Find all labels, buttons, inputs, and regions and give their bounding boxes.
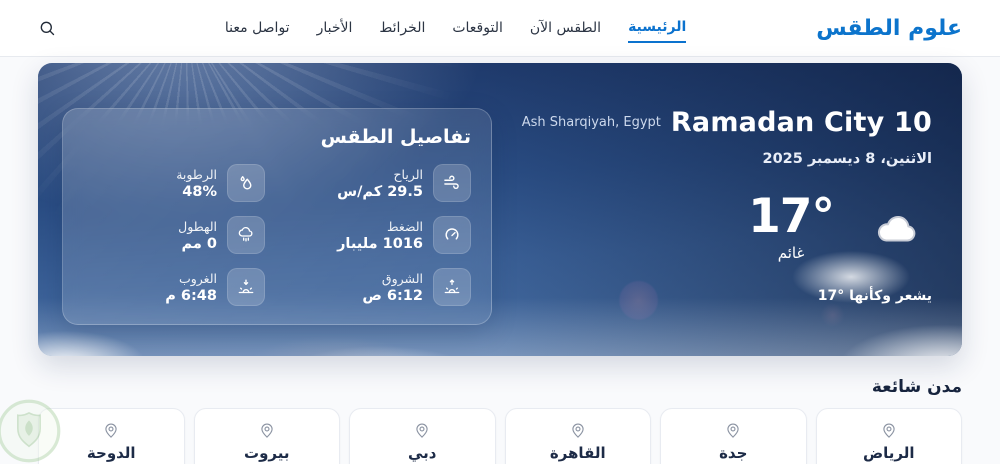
nav-item-maps[interactable]: الخرائط	[379, 14, 425, 42]
current-weather-summary: Ramadan City 10 Ash Sharqiyah, Egypt الا…	[522, 107, 932, 304]
popular-cities-title: مدن شائعة	[871, 377, 962, 397]
detail-value: 6:12 ص	[362, 287, 423, 304]
city-title: Ramadan City 10	[670, 107, 932, 138]
nav-item-weather-now[interactable]: الطقس الآن	[530, 14, 601, 42]
weather-details-panel: تفاصيل الطقس الرياح 29.5 كم/س الرطوبة 48…	[62, 108, 492, 325]
hero-weather-card: Ramadan City 10 Ash Sharqiyah, Egypt الا…	[38, 63, 962, 356]
detail-value: 6:48 م	[165, 287, 217, 304]
nav-item-forecasts[interactable]: التوقعات	[452, 14, 503, 42]
detail-label: الرياح	[393, 166, 423, 182]
city-card-dubai[interactable]: دبي الإمارات	[349, 408, 496, 464]
search-icon	[38, 19, 57, 38]
detail-value: 29.5 كم/س	[337, 183, 423, 200]
top-navbar: علوم الطقس الرئيسية الطقس الآن التوقعات …	[0, 0, 1000, 57]
cloud-icon	[872, 210, 922, 246]
location-pin-icon	[350, 421, 495, 439]
city-name: القاهرة	[549, 444, 606, 462]
wind-icon	[433, 164, 471, 202]
humidity-icon	[227, 164, 265, 202]
city-card-doha[interactable]: الدوحة قطر	[38, 408, 185, 464]
detail-label: الضغط	[386, 218, 423, 234]
condition-label: غائم	[777, 244, 805, 262]
brand-logo[interactable]: علوم الطقس	[816, 16, 962, 41]
nav-item-news[interactable]: الأخبار	[317, 14, 353, 42]
region-label: Ash Sharqiyah, Egypt	[521, 115, 661, 130]
city-card-beirut[interactable]: بيروت لبنان	[193, 408, 340, 464]
detail-value: 0 مم	[181, 235, 218, 252]
detail-value: 1016 مليبار	[337, 235, 423, 252]
location-pin-icon	[506, 421, 651, 439]
detail-sunrise: الشروق 6:12 ص	[289, 268, 471, 306]
city-name: دبي	[407, 444, 437, 462]
location-pin-icon	[661, 421, 806, 439]
nav-item-home[interactable]: الرئيسية	[628, 13, 687, 43]
main-nav: الرئيسية الطقس الآن التوقعات الخرائط الأ…	[225, 13, 687, 43]
city-name: الرياض	[862, 444, 915, 462]
location-pin-icon	[195, 421, 340, 439]
detail-label: الغروب	[178, 270, 217, 286]
feels-like-label: يشعر وكأنها °17	[817, 288, 932, 304]
detail-sunset: الغروب 6:48 م	[83, 268, 265, 306]
detail-wind: الرياح 29.5 كم/س	[289, 164, 471, 202]
detail-label: الشروق	[381, 270, 423, 286]
nav-item-contact[interactable]: تواصل معنا	[225, 14, 290, 42]
city-name: الدوحة	[86, 444, 136, 462]
pressure-icon	[433, 216, 471, 254]
search-button[interactable]	[38, 19, 57, 38]
detail-value: 48%	[182, 183, 217, 200]
temperature-value: 17°	[748, 189, 835, 244]
sunrise-icon	[433, 268, 471, 306]
details-title: تفاصيل الطقس	[320, 126, 471, 148]
precipitation-icon	[227, 216, 265, 254]
detail-humidity: الرطوبة 48%	[83, 164, 265, 202]
detail-label: الهطول	[178, 218, 217, 234]
detail-precipitation: الهطول 0 مم	[83, 216, 265, 254]
city-name: جدة	[719, 444, 748, 462]
detail-pressure: الضغط 1016 مليبار	[289, 216, 471, 254]
location-pin-icon	[39, 421, 184, 439]
popular-cities-grid: الرياض السعودية جدة السعودية القاهرة مصر…	[38, 408, 962, 464]
detail-label: الرطوبة	[176, 166, 217, 182]
location-pin-icon	[817, 421, 962, 439]
sunset-icon	[227, 268, 265, 306]
city-name: بيروت	[244, 444, 290, 462]
current-date: الاثنين، 8 ديسمبر 2025	[762, 151, 932, 167]
city-card-cairo[interactable]: القاهرة مصر	[504, 408, 651, 464]
city-card-riyadh[interactable]: الرياض السعودية	[815, 408, 962, 464]
city-card-jeddah[interactable]: جدة السعودية	[660, 408, 807, 464]
